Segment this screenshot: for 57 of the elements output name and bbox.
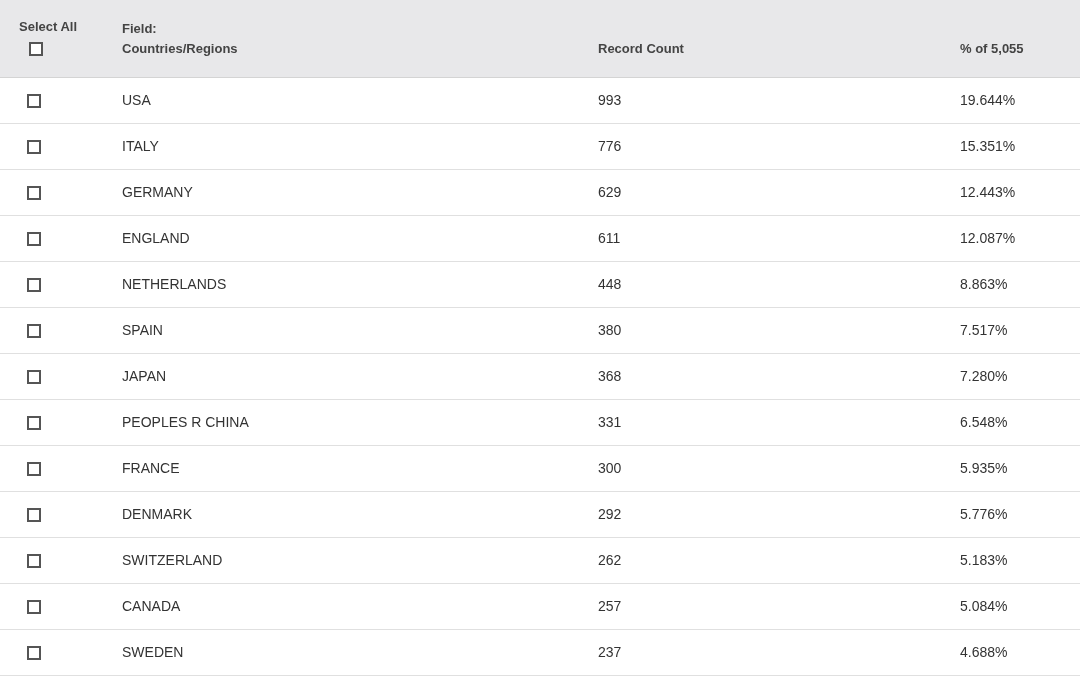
table-cell-text: 15.351%: [960, 137, 1017, 156]
table-cell-text: ITALY: [122, 137, 160, 156]
column-header: % of 5,055: [960, 39, 1025, 58]
table-cell-text: USA: [122, 91, 152, 110]
table-cell-text: 262: [598, 551, 623, 570]
table-cell-text: 5.776%: [960, 505, 1009, 524]
row-checkbox[interactable]: [27, 323, 41, 338]
table-cell-text: ENGLAND: [122, 229, 191, 248]
table-cell-text: 776: [598, 137, 623, 156]
row-checkbox[interactable]: [27, 415, 41, 430]
table-cell-text: CANADA: [122, 597, 182, 616]
table-cell-text: 611: [598, 229, 622, 248]
table-cell-text: SPAIN: [122, 321, 164, 340]
row-checkbox[interactable]: [27, 277, 41, 292]
column-header: Field: Countries/Regions: [122, 20, 239, 58]
column-header: Record Count: [598, 39, 685, 58]
row-checkbox[interactable]: [27, 645, 41, 660]
table-cell-text: 12.443%: [960, 183, 1017, 202]
table-cell-text: 6.548%: [960, 413, 1009, 432]
row-checkbox[interactable]: [27, 599, 41, 614]
table-cell-text: 5.935%: [960, 459, 1009, 478]
table-cell-text: 380: [598, 321, 623, 340]
table-cell-text: 629: [598, 183, 623, 202]
row-checkbox[interactable]: [27, 553, 41, 568]
select-all-checkbox[interactable]: [29, 41, 43, 56]
table-cell-text: 7.517%: [960, 321, 1009, 340]
row-checkbox[interactable]: [27, 231, 41, 246]
table-cell-text: 448: [598, 275, 623, 294]
table-cell-text: SWEDEN: [122, 643, 185, 662]
table-cell-text: 237: [598, 643, 623, 662]
table-cell-text: JAPAN: [122, 367, 168, 386]
table-cell-text: SWITZERLAND: [122, 551, 224, 570]
select-all-label: Select All: [19, 18, 79, 37]
table-cell-text: 19.644%: [960, 91, 1017, 110]
row-checkbox[interactable]: [27, 369, 41, 384]
table-cell-text: 12.087%: [960, 229, 1017, 248]
table-cell-text: 368: [598, 367, 623, 386]
table-cell-text: 7.280%: [960, 367, 1009, 386]
table-cell-text: 8.863%: [960, 275, 1009, 294]
table-cell-text: 257: [598, 597, 623, 616]
table-cell-text: 292: [598, 505, 623, 524]
table-cell-text: PEOPLES R CHINA: [122, 413, 250, 432]
row-checkbox[interactable]: [27, 185, 41, 200]
row-checkbox[interactable]: [27, 461, 41, 476]
table-cell-text: GERMANY: [122, 183, 194, 202]
table-cell-text: FRANCE: [122, 459, 181, 478]
table-cell-text: 5.084%: [960, 597, 1009, 616]
table-cell-text: 5.183%: [960, 551, 1009, 570]
table-cell-text: NETHERLANDS: [122, 275, 228, 294]
table-cell-text: DENMARK: [122, 505, 193, 524]
table-cell-text: 4.688%: [960, 643, 1009, 662]
row-checkbox[interactable]: [27, 139, 41, 154]
table-cell-text: 331: [598, 413, 623, 432]
row-checkbox[interactable]: [27, 93, 41, 108]
table-cell-text: 993: [598, 91, 623, 110]
row-checkbox[interactable]: [27, 507, 41, 522]
table-cell-text: 300: [598, 459, 623, 478]
